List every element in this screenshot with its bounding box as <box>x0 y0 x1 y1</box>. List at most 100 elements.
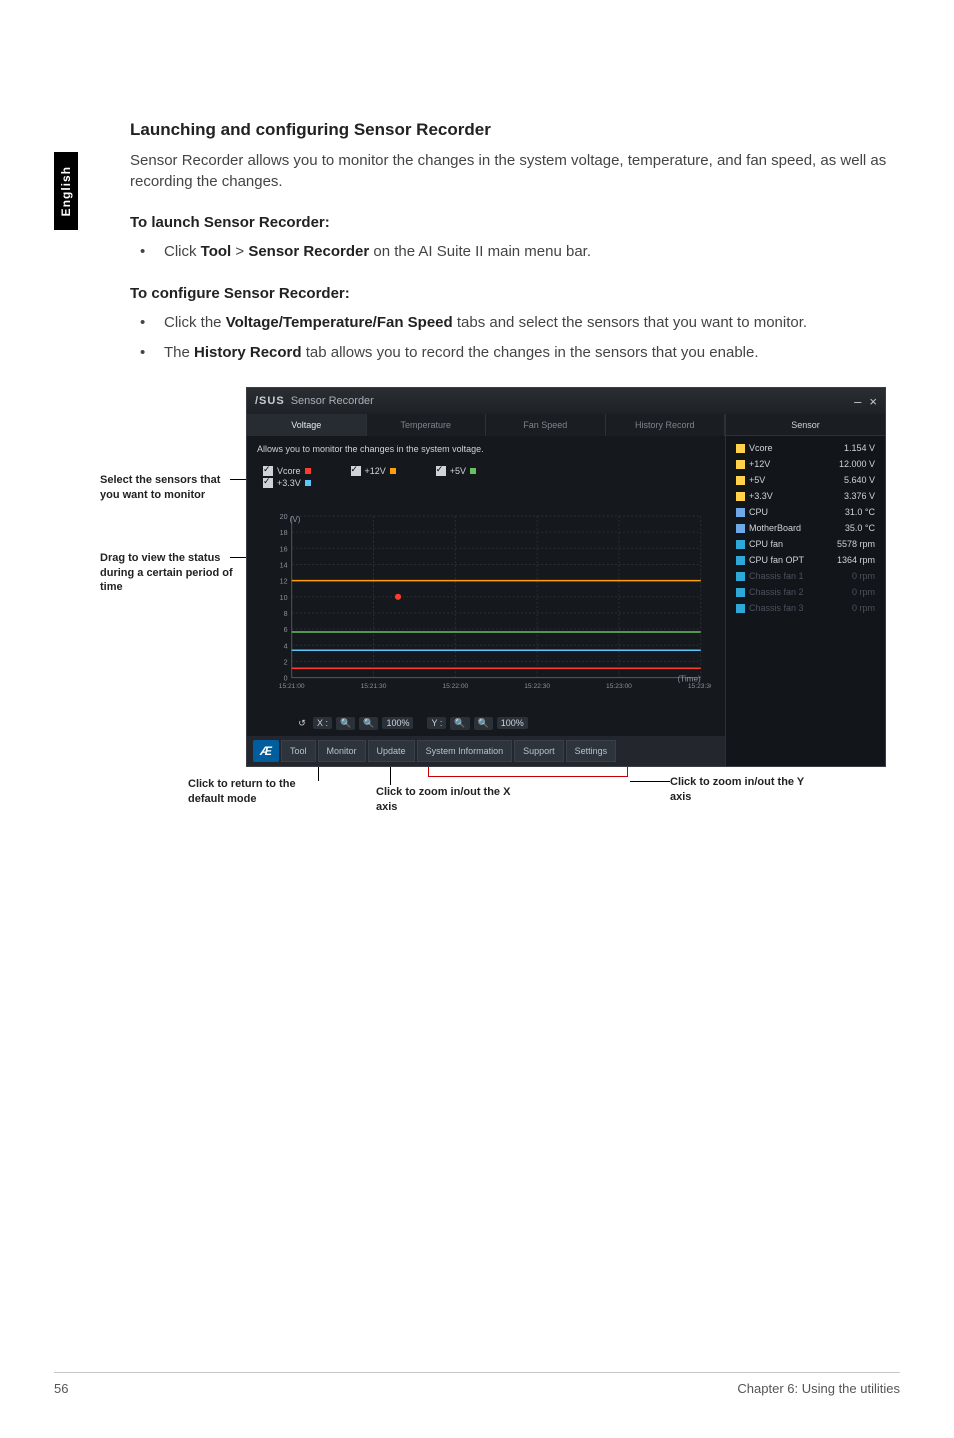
sensor-value: 0 rpm <box>852 587 875 597</box>
zoom-x-out[interactable]: 🔍 <box>336 717 355 730</box>
sensor-row[interactable]: Chassis fan 10 rpm <box>726 568 885 584</box>
zoom-y-out[interactable]: 🔍 <box>450 717 469 730</box>
check-vcore[interactable]: Vcore <box>263 466 311 476</box>
zoom-y-in[interactable]: 🔍 <box>474 717 493 730</box>
svg-text:15:23:00: 15:23:00 <box>606 683 632 690</box>
zoom-y-pct: 100% <box>497 717 528 729</box>
reset-zoom-icon[interactable]: ↺ <box>295 716 309 730</box>
chk-label: +3.3V <box>277 478 301 488</box>
chart[interactable]: 0246810121416182015:21:0015:21:3015:22:0… <box>261 508 711 706</box>
chk-label: Vcore <box>277 466 301 476</box>
svg-text:14: 14 <box>280 562 288 570</box>
minimize-icon[interactable]: – <box>854 394 861 409</box>
svg-text:6: 6 <box>284 626 288 634</box>
checkbox-icon <box>263 478 273 488</box>
chart-svg: 0246810121416182015:21:0015:21:3015:22:0… <box>261 508 711 706</box>
sensor-icon <box>736 540 745 549</box>
update-button[interactable]: Update <box>368 740 415 762</box>
tab-fanspeed[interactable]: Fan Speed <box>486 414 606 436</box>
sensor-row[interactable]: MotherBoard35.0 °C <box>726 520 885 536</box>
sensor-icon <box>736 444 745 453</box>
chk-label: +5V <box>450 466 466 476</box>
tool-button[interactable]: Tool <box>281 740 316 762</box>
zoom-y-label: Y : <box>427 717 446 729</box>
sensor-name: Chassis fan 3 <box>749 603 804 613</box>
sensor-icon <box>736 460 745 469</box>
zoom-x-label: X : <box>313 717 332 729</box>
sensor-value: 3.376 V <box>844 491 875 501</box>
sensor-name: CPU fan OPT <box>749 555 804 565</box>
sensor-row[interactable]: +12V12.000 V <box>726 456 885 472</box>
svg-text:12: 12 <box>280 578 288 586</box>
check-5v[interactable]: +5V <box>436 466 476 476</box>
svg-text:18: 18 <box>280 529 288 537</box>
svg-text:10: 10 <box>280 594 288 602</box>
svg-text:15:23:30: 15:23:30 <box>688 683 711 690</box>
txt: The <box>164 344 194 361</box>
sensor-value: 12.000 V <box>839 459 875 469</box>
sensor-icon <box>736 604 745 613</box>
sensor-recorder-window: /SUS Sensor Recorder – × Voltage Tempera… <box>246 387 886 767</box>
zoom-x-pct: 100% <box>382 717 413 729</box>
txt-bold: Voltage/Temperature/Fan Speed <box>226 314 453 331</box>
config-item: The History Record tab allows you to rec… <box>130 342 890 364</box>
txt-bold: Sensor Recorder <box>248 243 369 260</box>
txt: on the AI Suite II main menu bar. <box>369 243 591 260</box>
sensor-row[interactable]: +5V5.640 V <box>726 472 885 488</box>
sensor-name: CPU fan <box>749 539 783 549</box>
check-3v[interactable]: +3.3V <box>263 478 311 488</box>
sensor-row[interactable]: Chassis fan 20 rpm <box>726 584 885 600</box>
sensor-icon <box>736 492 745 501</box>
app-body: Voltage Temperature Fan Speed History Re… <box>247 414 885 766</box>
sensor-row[interactable]: CPU fan OPT 1364 rpm <box>726 552 885 568</box>
sensor-row[interactable]: Chassis fan 3 0 rpm <box>726 600 885 616</box>
swatch-icon <box>470 468 476 474</box>
sensor-icon <box>736 508 745 517</box>
sensor-sidebar: Sensor Vcore1.154 V+12V12.000 V+5V5.640 … <box>725 414 885 766</box>
sensor-value: 0 rpm <box>852 603 875 613</box>
sensor-icon <box>736 572 745 581</box>
zoom-x-in[interactable]: 🔍 <box>359 717 378 730</box>
page-number: 56 <box>54 1381 68 1396</box>
sensor-row[interactable]: Vcore1.154 V <box>726 440 885 456</box>
callout-line <box>630 781 670 782</box>
bottom-bar: Æ Tool Monitor Update System Information… <box>247 736 725 766</box>
callout-select: Select the sensors that you want to moni… <box>100 473 240 502</box>
svg-text:(Time): (Time) <box>677 675 701 684</box>
sensor-row[interactable]: CPU31.0 °C <box>726 504 885 520</box>
sensor-icon <box>736 556 745 565</box>
svg-text:8: 8 <box>284 610 288 618</box>
tab-voltage[interactable]: Voltage <box>247 414 367 436</box>
sensor-row[interactable]: CPU fan5578 rpm <box>726 536 885 552</box>
svg-text:15:22:30: 15:22:30 <box>524 683 550 690</box>
swatch-icon <box>305 468 311 474</box>
monitor-button[interactable]: Monitor <box>318 740 366 762</box>
support-button[interactable]: Support <box>514 740 564 762</box>
close-icon[interactable]: × <box>869 394 877 409</box>
chk-label: +12V <box>365 466 386 476</box>
sensor-value: 1364 rpm <box>837 555 875 565</box>
side-tab: English <box>54 152 78 230</box>
settings-button[interactable]: Settings <box>566 740 617 762</box>
tab-temperature[interactable]: Temperature <box>367 414 487 436</box>
sensor-checks: Vcore +12V +5V <box>247 462 725 476</box>
sensor-value: 35.0 °C <box>845 523 875 533</box>
txt: > <box>231 243 248 260</box>
tab-desc: Allows you to monitor the changes in the… <box>247 436 725 462</box>
heading: Launching and configuring Sensor Recorde… <box>130 120 890 140</box>
launch-head: To launch Sensor Recorder: <box>130 214 890 231</box>
svg-text:15:21:00: 15:21:00 <box>279 683 305 690</box>
sensor-row[interactable]: +3.3V 3.376 V <box>726 488 885 504</box>
chapter-label: Chapter 6: Using the utilities <box>737 1381 900 1396</box>
tab-history[interactable]: History Record <box>606 414 726 436</box>
callout-zoomy: Click to zoom in/out the Y axis <box>670 775 820 804</box>
sysinfo-button[interactable]: System Information <box>417 740 513 762</box>
sensor-icon <box>736 476 745 485</box>
sensor-name: +3.3V <box>749 491 773 501</box>
check-12v[interactable]: +12V <box>351 466 396 476</box>
home-icon[interactable]: Æ <box>253 740 279 762</box>
sensor-value: 1.154 V <box>844 443 875 453</box>
swatch-icon <box>390 468 396 474</box>
swatch-icon <box>305 480 311 486</box>
sensor-value: 31.0 °C <box>845 507 875 517</box>
